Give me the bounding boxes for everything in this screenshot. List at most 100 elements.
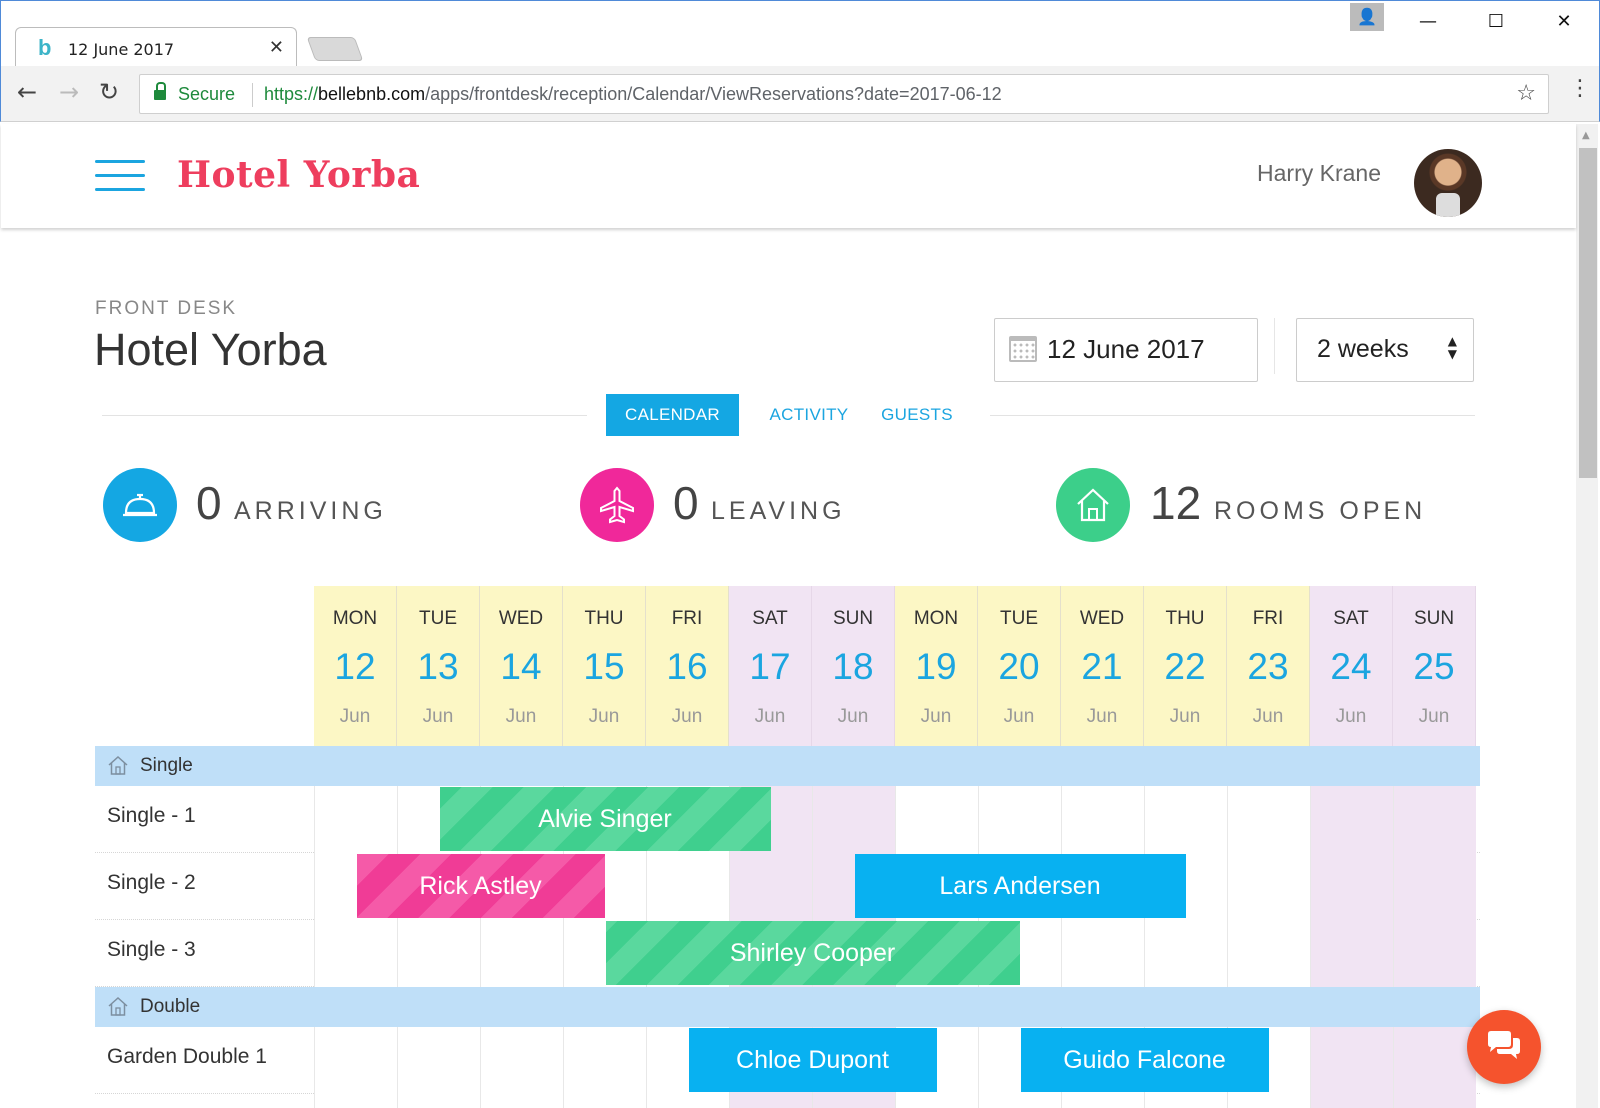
day-month: Jun [671, 706, 703, 727]
calendar-cell[interactable] [1061, 920, 1144, 987]
url-host: bellebnb.com [318, 84, 426, 104]
calendar-cell[interactable] [895, 1094, 978, 1108]
calendar-cell[interactable] [480, 1094, 563, 1108]
calendar-cell[interactable] [1310, 1094, 1393, 1108]
forward-button[interactable]: → [59, 80, 79, 104]
omnibox-divider [252, 83, 253, 107]
room-name[interactable]: Garden Double 1 [107, 1045, 267, 1069]
calendar-cell[interactable] [1061, 786, 1144, 853]
chat-button[interactable] [1467, 1010, 1541, 1084]
day-header[interactable]: THU 15 Jun [563, 586, 646, 746]
reservation-bar[interactable]: Guido Falcone [1020, 1028, 1269, 1092]
day-header[interactable]: SUN 18 Jun [812, 586, 895, 746]
calendar-cell[interactable] [1144, 786, 1227, 853]
calendar-cell[interactable] [314, 786, 397, 853]
calendar-cell[interactable] [978, 1094, 1061, 1108]
reservation-bar[interactable]: Alvie Singer [439, 787, 771, 851]
scrollbar-thumb[interactable] [1579, 148, 1597, 478]
calendar-cell[interactable] [1310, 920, 1393, 987]
browser-tab[interactable]: b 12 June 2017 ✕ [15, 27, 297, 69]
tab-activity[interactable]: ACTIVITY [754, 394, 864, 436]
calendar-cell[interactable] [314, 1094, 397, 1108]
day-header[interactable]: FRI 16 Jun [646, 586, 729, 746]
minimize-button[interactable]: — [1413, 7, 1443, 37]
calendar-cell[interactable] [563, 1094, 646, 1108]
day-header[interactable]: SAT 17 Jun [729, 586, 812, 746]
calendar-cell[interactable] [1144, 1094, 1227, 1108]
day-header[interactable]: TUE 20 Jun [978, 586, 1061, 746]
date-picker[interactable]: 12 June 2017 [994, 318, 1258, 382]
tab-close-icon[interactable]: ✕ [269, 37, 284, 58]
day-header[interactable]: WED 14 Jun [480, 586, 563, 746]
new-tab-button[interactable] [306, 37, 364, 61]
calendar-cell[interactable] [397, 1094, 480, 1108]
calendar-cell[interactable] [480, 1027, 563, 1094]
calendar-cell[interactable] [397, 920, 480, 987]
room-name[interactable]: Single - 3 [107, 938, 196, 962]
day-header[interactable]: TUE 13 Jun [397, 586, 480, 746]
calendar-cell[interactable] [646, 853, 729, 920]
calendar-cell[interactable] [397, 1027, 480, 1094]
calendar-cell[interactable] [563, 1027, 646, 1094]
calendar-cell[interactable] [1310, 1027, 1393, 1094]
calendar-cell[interactable] [812, 786, 895, 853]
calendar-cell[interactable] [729, 1094, 812, 1108]
calendar-cell[interactable] [314, 1027, 397, 1094]
hamburger-menu-icon[interactable] [95, 160, 145, 192]
calendar-cell[interactable] [480, 920, 563, 987]
chat-bubbles-icon [1488, 1031, 1520, 1059]
calendar-cell[interactable] [314, 920, 397, 987]
avatar[interactable] [1414, 149, 1482, 217]
calendar-cell[interactable] [812, 1094, 895, 1108]
day-number: 15 [583, 646, 625, 687]
browser-menu-icon[interactable]: ⋮ [1569, 78, 1591, 100]
calendar-cell[interactable] [1227, 853, 1310, 920]
room-name[interactable]: Single - 1 [107, 804, 196, 828]
day-header[interactable]: MON 19 Jun [895, 586, 978, 746]
close-window-button[interactable]: ✕ [1549, 7, 1579, 37]
calendar-cell[interactable] [1144, 920, 1227, 987]
range-select[interactable]: 2 weeks ▲ ▼ [1296, 318, 1474, 382]
back-button[interactable]: ← [17, 80, 37, 104]
calendar-cell[interactable] [978, 786, 1061, 853]
reservation-bar[interactable]: Chloe Dupont [688, 1028, 937, 1092]
calendar-cell[interactable] [1227, 786, 1310, 853]
day-header[interactable]: MON 12 Jun [314, 586, 397, 746]
day-header[interactable]: SAT 24 Jun [1310, 586, 1393, 746]
day-header[interactable]: SUN 25 Jun [1393, 586, 1476, 746]
calendar-cell[interactable] [1393, 920, 1476, 987]
reservation-bar[interactable]: Lars Andersen [854, 854, 1186, 918]
day-header[interactable]: FRI 23 Jun [1227, 586, 1310, 746]
calendar-cell[interactable] [729, 853, 812, 920]
calendar-cell[interactable] [895, 786, 978, 853]
tab-guests[interactable]: GUESTS [870, 394, 964, 436]
calendar-cell[interactable] [1227, 920, 1310, 987]
calendar-cell[interactable] [1393, 1094, 1476, 1108]
scroll-up-arrow-icon[interactable]: ▲ [1582, 130, 1590, 141]
day-header[interactable]: THU 22 Jun [1144, 586, 1227, 746]
room-name[interactable]: Single - 2 [107, 871, 196, 895]
page-scrollbar[interactable]: ▲ [1576, 124, 1598, 1108]
calendar-cell[interactable] [1393, 1027, 1476, 1094]
reservation-calendar: MON 12 Jun TUE 13 Jun WED 14 Jun THU 15 Jun FRI 16 Jun… [95, 586, 1480, 1108]
calendar-cell[interactable] [646, 1094, 729, 1108]
calendar-cell[interactable] [1061, 1094, 1144, 1108]
calendar-cell[interactable] [1393, 853, 1476, 920]
reload-button[interactable]: ↻ [99, 80, 119, 104]
brand-logo[interactable]: Hotel Yorba [177, 154, 420, 196]
calendar-cell[interactable] [1310, 853, 1393, 920]
tab-calendar[interactable]: CALENDAR [606, 394, 739, 436]
address-bar[interactable]: Secure https://bellebnb.com/apps/frontde… [139, 74, 1549, 114]
user-name[interactable]: Harry Krane [1201, 160, 1381, 187]
profile-icon[interactable]: 👤 [1350, 3, 1384, 31]
url-text[interactable]: https://bellebnb.com/apps/frontdesk/rece… [264, 84, 1002, 105]
maximize-button[interactable]: ☐ [1481, 7, 1511, 37]
calendar-cell[interactable] [1227, 1094, 1310, 1108]
calendar-cell[interactable] [1310, 786, 1393, 853]
reservation-bar[interactable]: Rick Astley [356, 854, 605, 918]
room-group-row: Single [95, 746, 1480, 786]
calendar-cell[interactable] [1393, 786, 1476, 853]
reservation-bar[interactable]: Shirley Cooper [605, 921, 1020, 985]
bookmark-star-icon[interactable]: ☆ [1516, 81, 1536, 106]
day-header[interactable]: WED 21 Jun [1061, 586, 1144, 746]
